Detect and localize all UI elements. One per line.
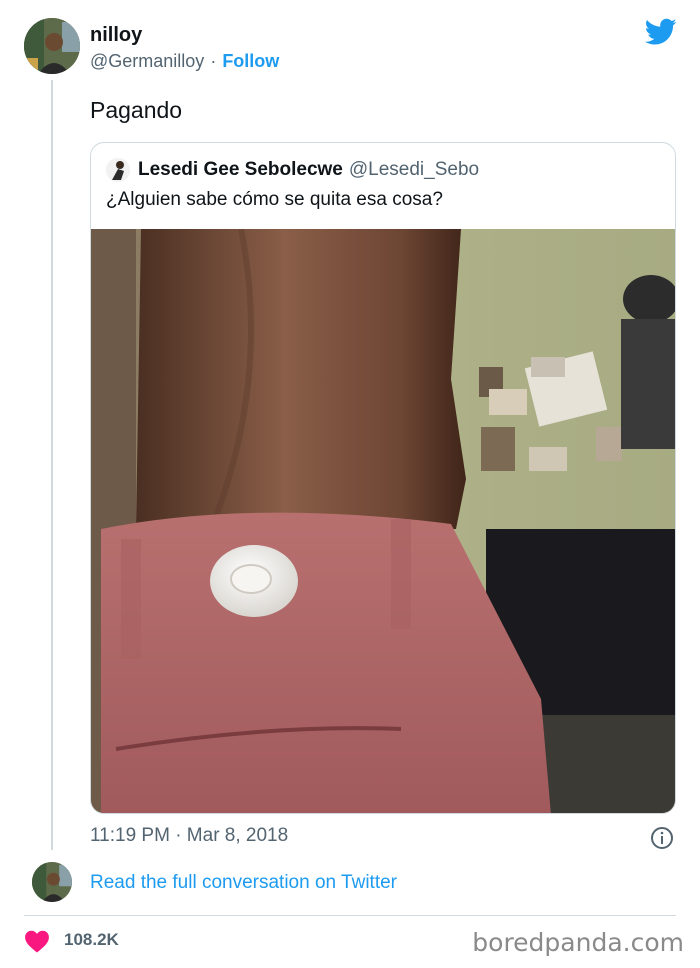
tweet-timestamp[interactable]: 11:19 PM · Mar 8, 2018 <box>90 825 288 847</box>
like-count: 108.2K <box>64 930 119 949</box>
author-avatar[interactable] <box>24 18 80 74</box>
quoted-avatar-image <box>106 158 130 182</box>
quoted-tweet-card[interactable]: Lesedi Gee Sebolecwe @Lesedi_Sebo ¿Algui… <box>90 142 676 814</box>
handle-separator: · <box>210 51 217 71</box>
reader-avatar-image <box>32 862 72 902</box>
follow-button[interactable]: Follow <box>222 51 279 71</box>
heart-icon[interactable] <box>24 929 50 953</box>
author-display-name[interactable]: nilloy <box>90 24 142 47</box>
thread-line <box>51 80 53 850</box>
twitter-bird-icon[interactable] <box>645 18 677 46</box>
reader-avatar <box>32 862 72 902</box>
avatar-image <box>24 18 80 74</box>
quoted-author-name: Lesedi Gee Sebolecwe <box>138 159 343 180</box>
site-watermark: boredpanda.com <box>472 928 684 957</box>
author-handle-row: @Germanilloy · Follow <box>90 51 279 72</box>
author-handle[interactable]: @Germanilloy <box>90 51 204 71</box>
read-full-conversation-link[interactable]: Read the full conversation on Twitter <box>90 872 397 894</box>
quoted-tweet-header: Lesedi Gee Sebolecwe @Lesedi_Sebo <box>106 157 479 183</box>
quoted-tweet-photo[interactable] <box>91 229 676 814</box>
footer-divider <box>24 915 676 916</box>
tweet-text: Pagando <box>90 97 183 123</box>
quoted-author-handle: @Lesedi_Sebo <box>348 159 480 180</box>
quoted-author-avatar <box>106 158 130 182</box>
quoted-tweet-text: ¿Alguien sabe cómo se quita esa cosa? <box>106 189 443 210</box>
info-icon[interactable] <box>650 826 674 850</box>
